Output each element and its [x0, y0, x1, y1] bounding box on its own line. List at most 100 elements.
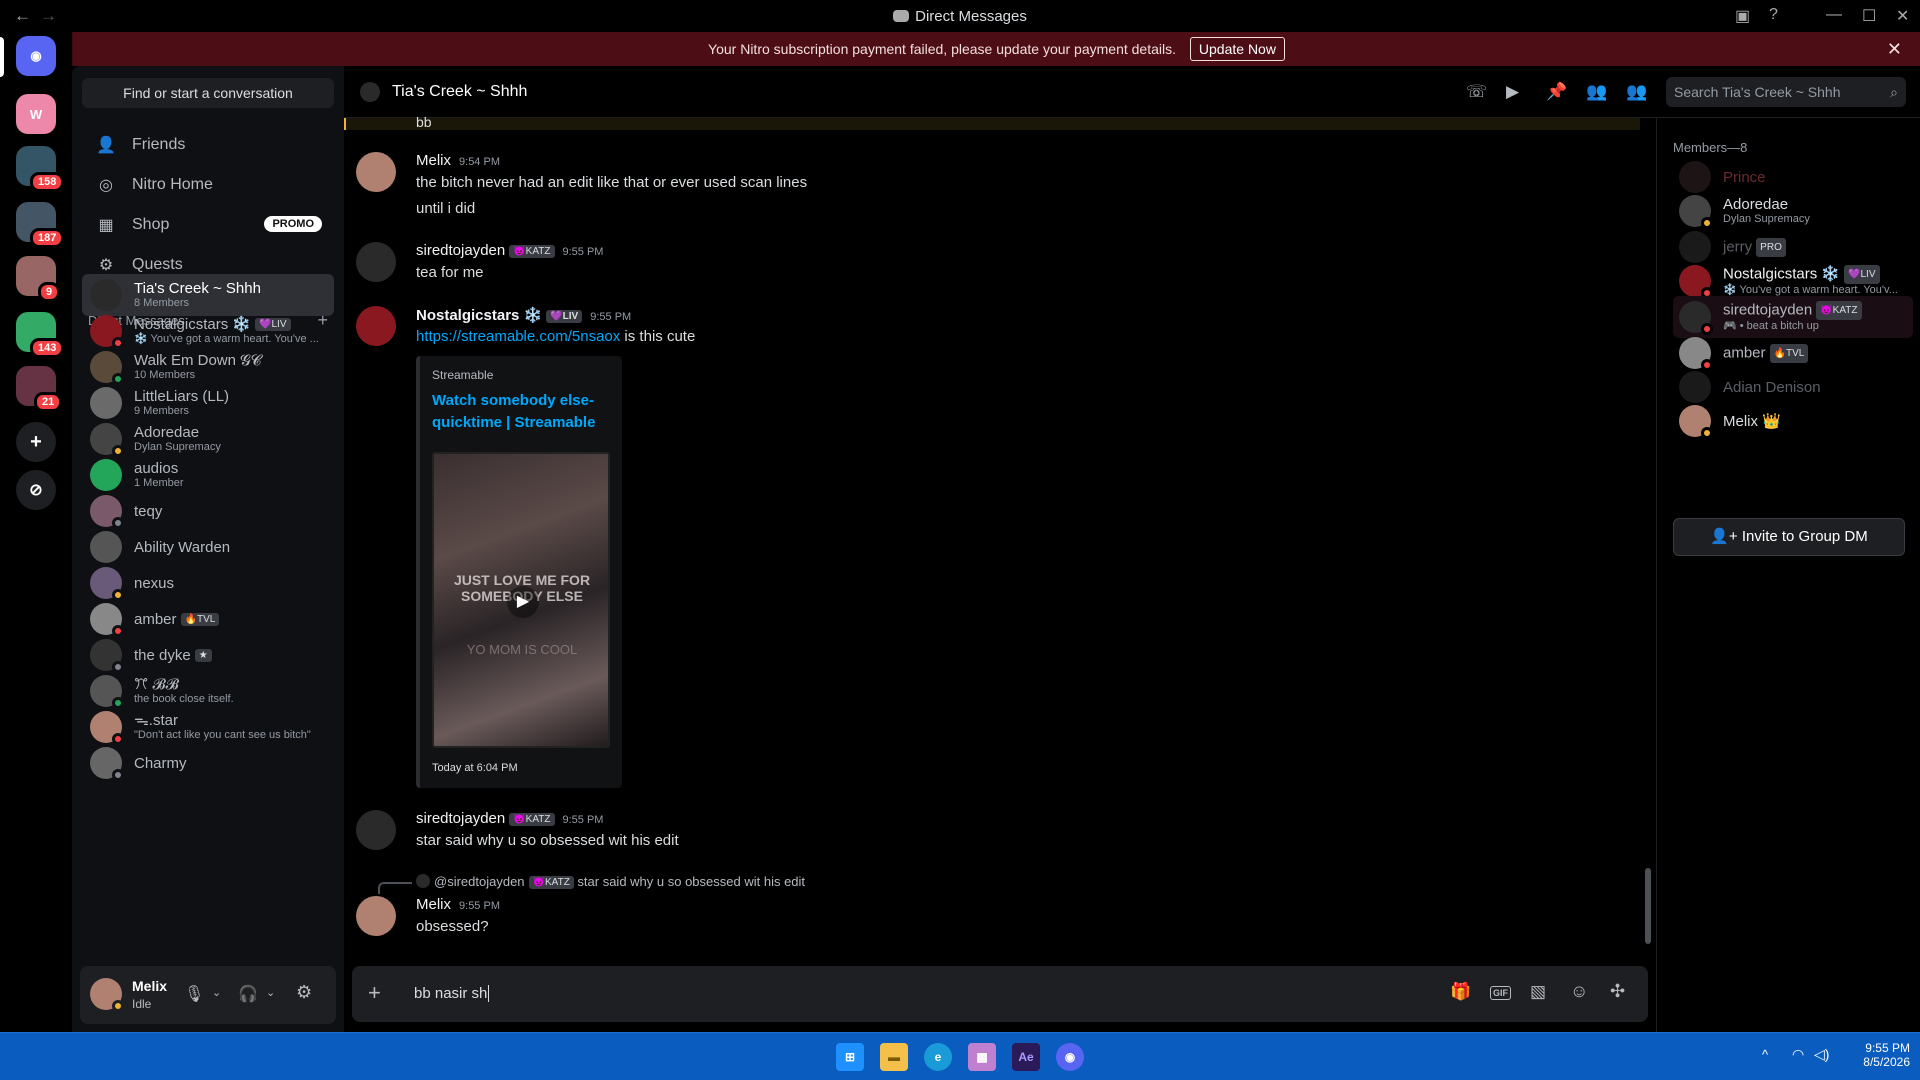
dm-name: the dyke	[134, 646, 191, 664]
member-name-row: Melix 👑	[1723, 413, 1781, 430]
server-icon-1[interactable]: W	[16, 94, 56, 134]
clock[interactable]: 9:55 PM 8/5/2026	[1850, 1041, 1910, 1069]
message-author[interactable]: Melix 9:54 PM	[416, 152, 500, 169]
message-text: tea for me	[416, 264, 484, 281]
member-item[interactable]: Melix 👑	[1673, 400, 1913, 442]
play-icon[interactable]: ▶	[507, 586, 539, 618]
author-name[interactable]: siredtojayden	[416, 242, 505, 259]
message-timestamp: 9:55 PM	[562, 814, 604, 826]
message-link[interactable]: https://streamable.com/5nsaox	[416, 328, 620, 345]
dm-name: ꔫ 𝓑𝓑	[134, 676, 179, 693]
author-avatar[interactable]	[356, 810, 396, 850]
user-panel: Melix Idle 🎙 ⌄ 🎧 ⌄ ⚙	[80, 966, 336, 1024]
close-window-icon[interactable]: ✕	[1896, 6, 1909, 26]
nav-friends[interactable]: 👤 Friends	[82, 126, 334, 164]
headphones-icon[interactable]: 🎧	[238, 984, 258, 1004]
help-icon[interactable]: ?	[1769, 6, 1778, 24]
dm-text: Walk Em Down 𝓖𝓒 10 Members	[134, 352, 261, 382]
reply-preview[interactable]: @siredtojayden 😈KATZ star said why u so o…	[416, 874, 805, 890]
author-avatar[interactable]	[356, 152, 396, 192]
member-name: amber	[1723, 343, 1766, 361]
mention-badge-4: 143	[30, 338, 65, 358]
dm-text: LittleLiars (LL) 9 Members	[134, 388, 229, 418]
member-name-row: siredtojayden 😈KATZ	[1723, 301, 1862, 320]
discover-icon[interactable]: ⊘	[16, 470, 56, 510]
discord-taskbar-icon[interactable]: ◉	[1056, 1043, 1084, 1071]
add-friends-to-dm-icon[interactable]: 👥	[1586, 82, 1607, 102]
search-input[interactable]: Search Tia's Creek ~ Shhh ⌕	[1666, 77, 1906, 107]
chat-scrollbar[interactable]	[1645, 868, 1651, 944]
embed-video-thumbnail[interactable]: JUST LOVE ME FOR SOMEBODY ELSE YO MOM IS…	[432, 452, 610, 748]
dm-avatar	[90, 387, 122, 419]
user-avatar[interactable]	[90, 978, 124, 1012]
pinned-messages-icon[interactable]: 📌	[1546, 82, 1567, 102]
dm-sidebar: Find or start a conversation 👤 Friends ◎ N…	[72, 66, 344, 1032]
gif-icon[interactable]: GIF	[1490, 986, 1511, 1000]
update-now-button[interactable]: Update Now	[1189, 37, 1285, 61]
find-conversation-button[interactable]: Find or start a conversation	[82, 78, 334, 108]
tray-overflow-icon[interactable]: ^	[1762, 1047, 1768, 1062]
member-guild-tag: PRO	[1756, 237, 1786, 257]
attach-plus-icon[interactable]: +	[368, 980, 381, 1006]
author-name[interactable]: Melix	[416, 896, 451, 913]
discord-home-icon[interactable]: ◉	[16, 36, 56, 76]
file-explorer-icon[interactable]: ▬	[880, 1043, 908, 1071]
message-author[interactable]: Nostalgicstars ❄️ 💜LIV 9:55 PM	[416, 306, 631, 324]
nav-shop[interactable]: ▦ Shop PROMO	[82, 206, 334, 244]
dm-avatar	[90, 495, 124, 529]
embed-provider[interactable]: Streamable	[432, 368, 493, 382]
mic-options-chevron-icon[interactable]: ⌄	[212, 986, 221, 999]
presence-status-icon	[112, 769, 124, 781]
sticker-icon[interactable]: ▧	[1530, 982, 1546, 1002]
channel-name[interactable]: Tia's Creek ~ Shhh	[392, 83, 527, 101]
author-name[interactable]: Nostalgicstars ❄️	[416, 307, 542, 324]
embed-title[interactable]: Watch somebody else-quicktime | Streamab…	[432, 390, 612, 434]
dm-text: Nostalgicstars ❄️ 💜LIV ❄️ You've got a war…	[134, 316, 319, 346]
apps-icon[interactable]: ✣	[1610, 981, 1625, 1002]
message-author[interactable]: Melix 9:55 PM	[416, 896, 500, 913]
member-list-panel: Members—8 Prince Adoredae Dylan Supremacy j…	[1656, 118, 1920, 1032]
voice-call-icon[interactable]: ☏	[1466, 82, 1487, 102]
app-icon[interactable]: ▩	[968, 1043, 996, 1071]
member-text: Adian Denison	[1723, 379, 1821, 396]
minimize-icon[interactable]: —	[1826, 6, 1842, 24]
inbox-icon[interactable]: ▣	[1735, 6, 1750, 26]
dm-item[interactable]: Charmy	[82, 742, 334, 784]
audio-options-chevron-icon[interactable]: ⌄	[266, 986, 275, 999]
gift-icon[interactable]: 🎁	[1450, 982, 1471, 1002]
message-author[interactable]: siredtojayden 😈KATZ 9:55 PM	[416, 810, 603, 827]
start-menu-icon[interactable]: ⊞	[836, 1043, 864, 1071]
microphone-icon[interactable]: 🎙	[184, 984, 204, 1004]
user-name[interactable]: Melix	[132, 978, 167, 994]
video-call-icon[interactable]: ▶	[1506, 82, 1519, 102]
wifi-icon[interactable]: ◠	[1792, 1046, 1804, 1063]
dm-subtext: "Don't act like you cant see us bitch"	[134, 729, 311, 741]
dm-avatar	[90, 459, 122, 491]
author-avatar[interactable]	[356, 896, 396, 936]
message-author[interactable]: siredtojayden 😈KATZ 9:55 PM	[416, 242, 603, 259]
user-settings-gear-icon[interactable]: ⚙	[296, 982, 312, 1003]
edge-browser-icon[interactable]: e	[924, 1043, 952, 1071]
after-effects-icon[interactable]: Ae	[1012, 1043, 1040, 1071]
volume-icon[interactable]: ◁)	[1814, 1046, 1829, 1063]
dm-subtext: 9 Members	[134, 405, 190, 417]
message-text: https://streamable.com/5nsaox is this cu…	[416, 328, 695, 345]
member-name-row: amber 🔥TVL	[1723, 343, 1809, 363]
reply-author[interactable]: @siredtojayden	[434, 874, 525, 889]
dm-name: Walk Em Down 𝓖𝓒	[134, 352, 262, 369]
author-avatar[interactable]	[356, 242, 396, 282]
member-list-icon[interactable]: 👥	[1626, 82, 1647, 102]
message-input[interactable]: bb nasir sh	[414, 985, 490, 1002]
link-embed: Streamable Watch somebody else-quicktime…	[416, 356, 622, 788]
emoji-icon[interactable]: ☺	[1570, 981, 1588, 1002]
mention-badge-2: 187	[30, 228, 65, 248]
nav-nitro-home[interactable]: ◎ Nitro Home	[82, 166, 334, 204]
close-banner-icon[interactable]: ✕	[1887, 32, 1902, 66]
maximize-icon[interactable]: ☐	[1862, 6, 1876, 26]
author-avatar[interactable]	[356, 306, 396, 346]
author-name[interactable]: siredtojayden	[416, 810, 505, 827]
message-list: bb Melix 9:54 PM the bitch never had an e…	[344, 114, 1656, 968]
invite-to-group-dm-button[interactable]: 👤+ Invite to Group DM	[1673, 518, 1905, 556]
author-name[interactable]: Melix	[416, 152, 451, 169]
add-server-icon[interactable]: +	[16, 422, 56, 462]
